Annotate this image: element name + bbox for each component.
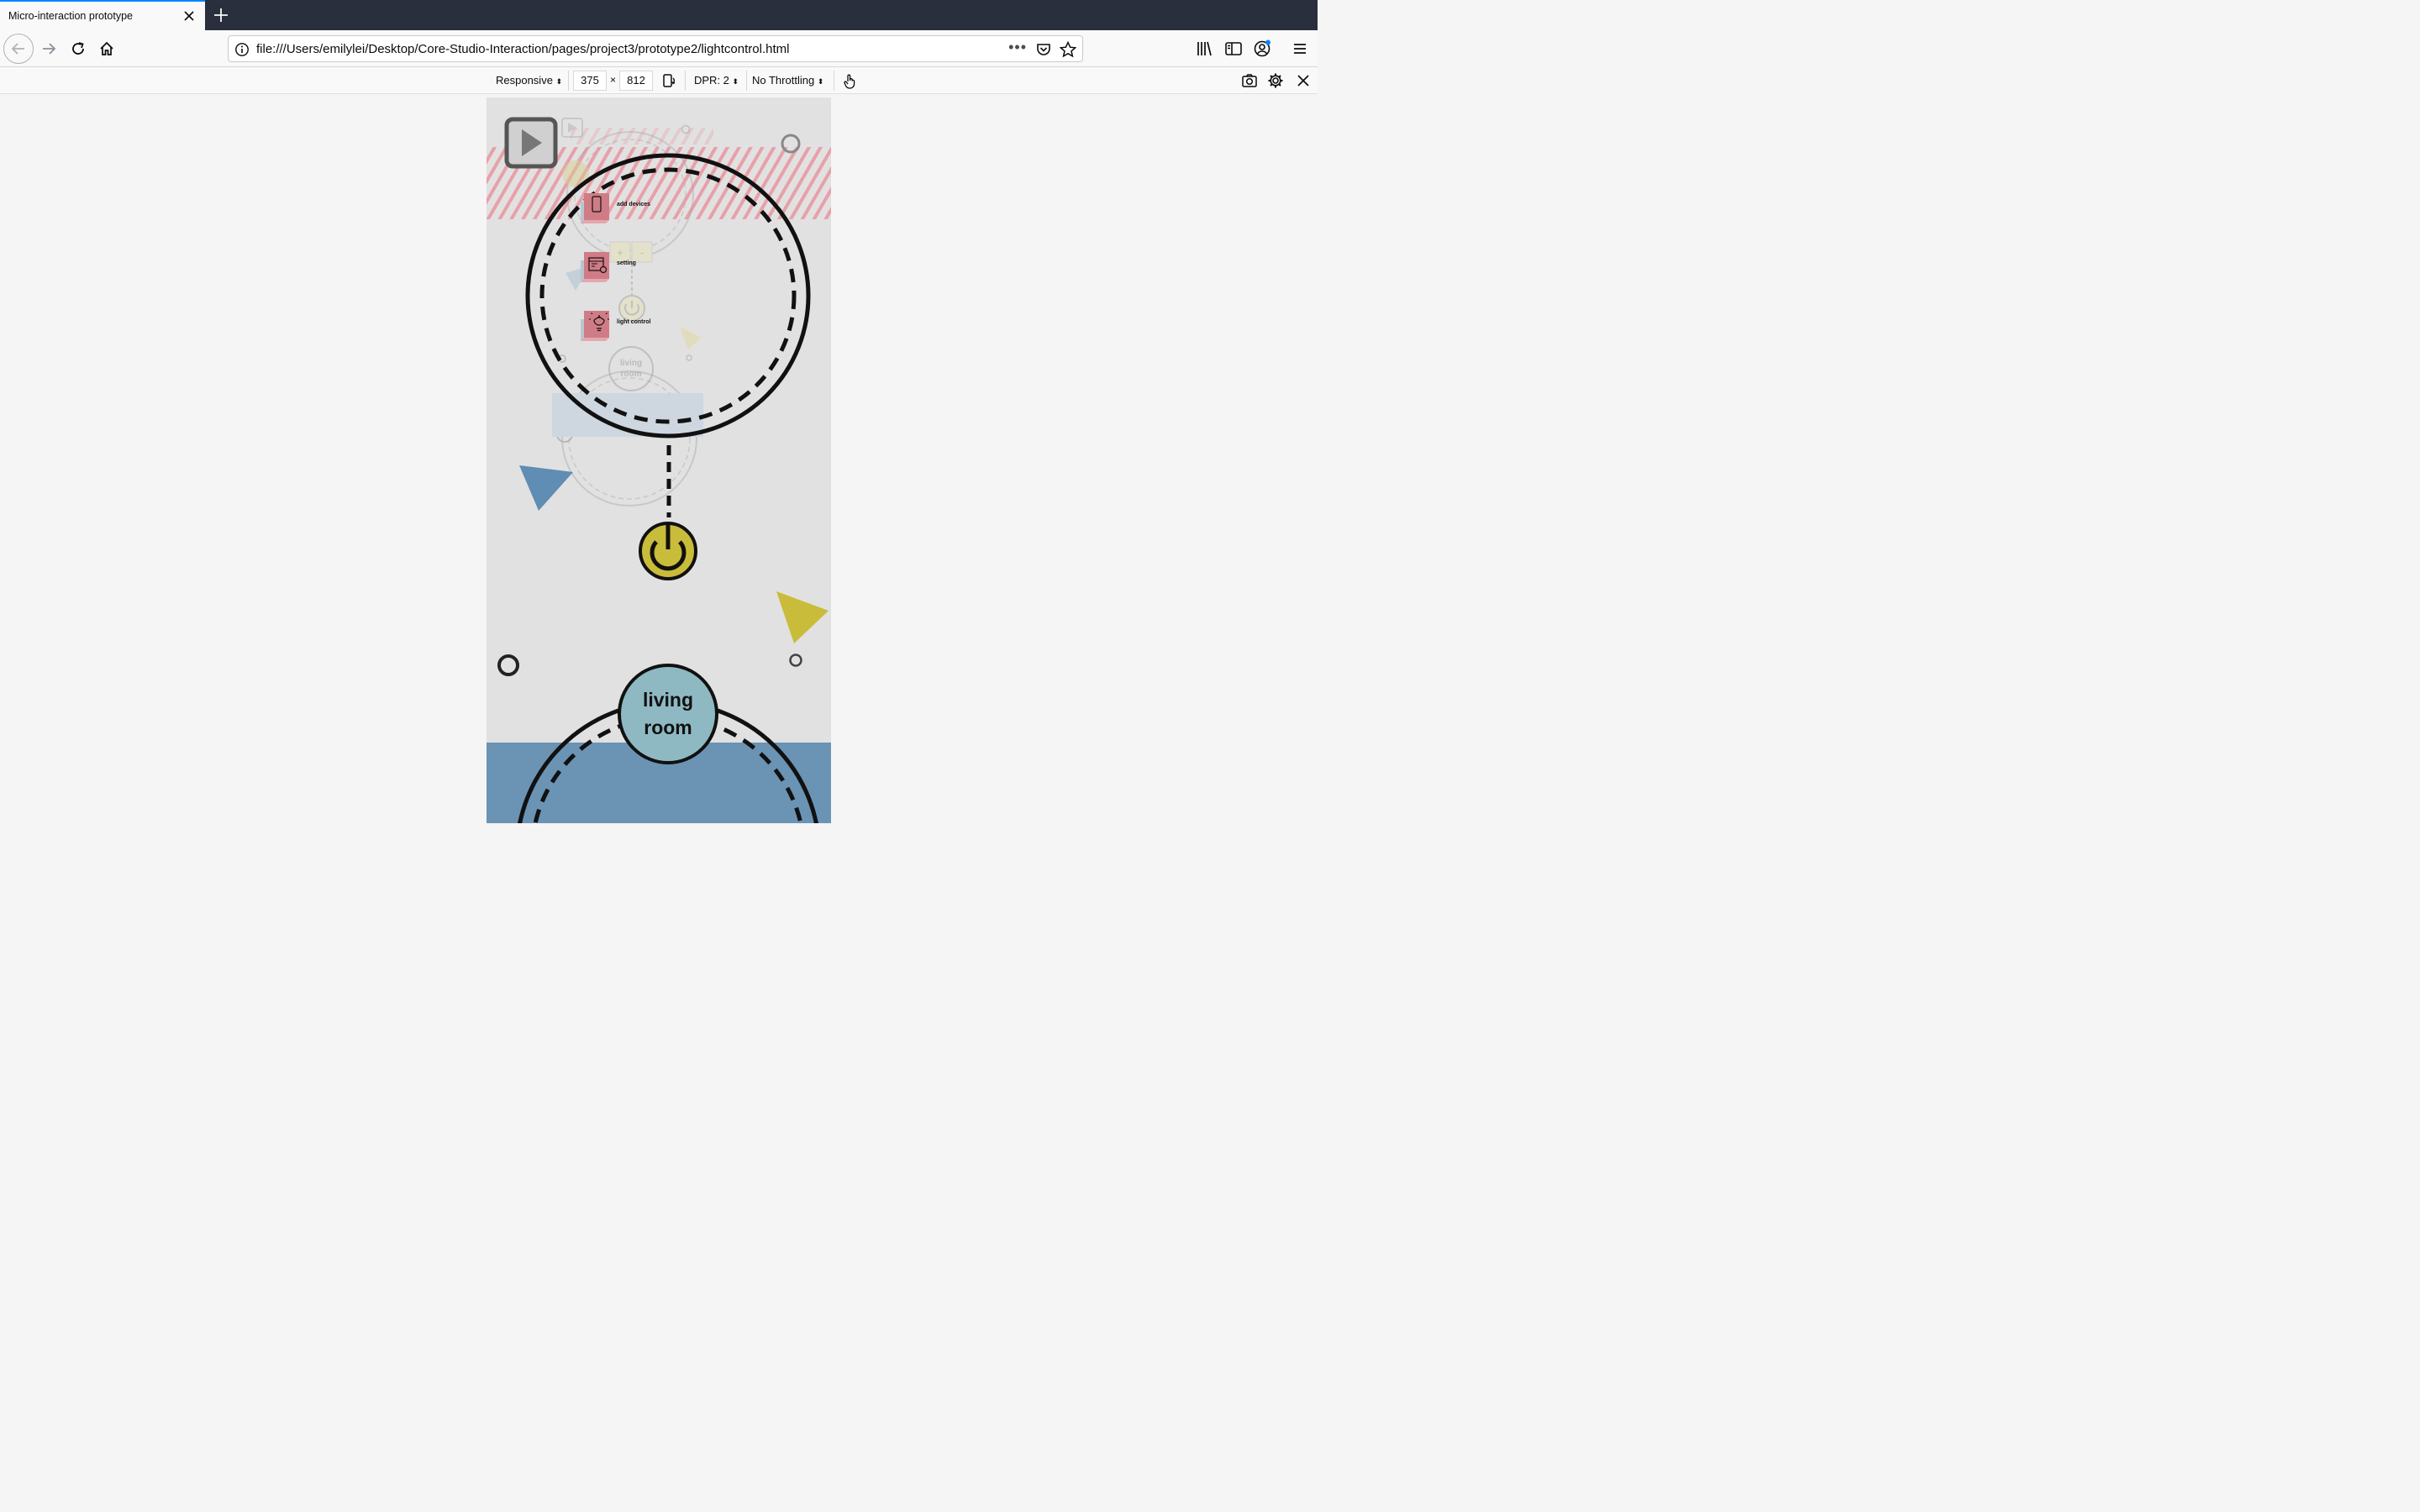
tab-title: Micro-interaction prototype bbox=[8, 10, 133, 22]
settings-gear-icon[interactable] bbox=[1267, 72, 1284, 89]
home-icon bbox=[100, 41, 113, 55]
room-selector-button[interactable]: living room bbox=[618, 664, 718, 764]
toolbar-divider bbox=[685, 71, 686, 91]
device-selector-label: Responsive bbox=[496, 74, 553, 87]
ghost-yellow-triangle bbox=[680, 327, 702, 349]
ghost-room-bubble: living room bbox=[608, 346, 654, 391]
dimension-separator: × bbox=[610, 74, 617, 86]
touch-simulation-icon[interactable] bbox=[841, 72, 858, 89]
screenshot-camera-icon[interactable] bbox=[1241, 72, 1258, 89]
deco-circle-right bbox=[789, 654, 802, 667]
page-actions-menu[interactable]: ••• bbox=[1008, 39, 1027, 56]
forward-button[interactable] bbox=[34, 34, 63, 63]
power-button[interactable] bbox=[639, 522, 697, 580]
hamburger-menu-icon[interactable] bbox=[1290, 39, 1310, 59]
updown-caret-icon: ⬍ bbox=[732, 77, 739, 86]
close-icon[interactable] bbox=[182, 8, 197, 24]
menu-label-setting[interactable]: setting bbox=[617, 260, 636, 266]
yellow-triangle bbox=[776, 591, 829, 643]
bookmark-star-icon[interactable] bbox=[1059, 40, 1077, 59]
reload-icon bbox=[72, 42, 84, 55]
forward-arrow-icon bbox=[43, 43, 56, 55]
faded-stripe-strip bbox=[571, 128, 713, 144]
account-icon[interactable] bbox=[1252, 39, 1272, 59]
url-bar[interactable]: file:///Users/emilylei/Desktop/Core-Stud… bbox=[228, 35, 1083, 62]
reload-button[interactable] bbox=[64, 34, 92, 63]
ghost-ring-bottom bbox=[561, 370, 697, 507]
menu-item-add-devices[interactable] bbox=[581, 193, 609, 223]
home-button[interactable] bbox=[92, 34, 121, 63]
rotate-device-icon[interactable] bbox=[660, 72, 677, 89]
dpr-selector[interactable]: DPR: 2 ⬍ bbox=[694, 74, 739, 87]
room-label-line2: room bbox=[644, 717, 692, 738]
dpr-label: DPR: 2 bbox=[694, 74, 729, 87]
menu-item-light-control[interactable] bbox=[581, 311, 609, 341]
tab-strip: Micro-interaction prototype bbox=[0, 0, 1318, 30]
menu-item-setting[interactable] bbox=[581, 252, 609, 282]
ghost-room-line2: room bbox=[620, 370, 642, 379]
ghost-room-line1: living bbox=[619, 359, 643, 368]
toolbar-divider bbox=[746, 71, 747, 91]
viewport-height-input[interactable]: 812 bbox=[619, 71, 653, 91]
deco-circle-left bbox=[497, 654, 519, 676]
info-icon[interactable] bbox=[234, 42, 250, 57]
menu-label-add-devices[interactable]: add devices bbox=[617, 202, 650, 207]
ghost-small-circle bbox=[686, 354, 692, 361]
throttling-selector[interactable]: No Throttling ⬍ bbox=[752, 74, 823, 87]
back-arrow-icon bbox=[11, 43, 24, 55]
updown-caret-icon: ⬍ bbox=[555, 77, 563, 86]
responsive-design-toolbar: Responsive ⬍ 375 × 812 DPR: 2 ⬍ No Throt… bbox=[0, 67, 1318, 94]
library-icon[interactable] bbox=[1194, 39, 1214, 59]
toolbar-divider bbox=[568, 71, 569, 91]
updown-caret-icon: ⬍ bbox=[817, 77, 824, 86]
play-button[interactable] bbox=[504, 117, 558, 169]
back-button[interactable] bbox=[3, 34, 34, 64]
ghost-minus-label: - bbox=[640, 246, 644, 259]
tab-active[interactable]: Micro-interaction prototype bbox=[0, 0, 205, 30]
blue-triangle bbox=[519, 465, 573, 511]
ghost-plus-label: + bbox=[617, 246, 623, 259]
device-viewport: + - add devices setting light control li… bbox=[487, 97, 831, 823]
viewport-width-input[interactable]: 375 bbox=[573, 71, 607, 91]
new-tab-icon[interactable] bbox=[212, 6, 230, 24]
device-selector[interactable]: Responsive ⬍ bbox=[496, 74, 562, 87]
sidebar-icon[interactable] bbox=[1223, 39, 1244, 59]
navigation-toolbar: file:///Users/emilylei/Desktop/Core-Stud… bbox=[0, 30, 1318, 67]
throttling-label: No Throttling bbox=[752, 74, 815, 87]
pocket-icon[interactable] bbox=[1035, 41, 1052, 58]
url-text: file:///Users/emilylei/Desktop/Core-Stud… bbox=[256, 42, 790, 56]
menu-label-light-control[interactable]: light control bbox=[617, 319, 650, 325]
room-label-line1: living bbox=[642, 689, 694, 711]
close-rdm-icon[interactable] bbox=[1295, 72, 1312, 89]
